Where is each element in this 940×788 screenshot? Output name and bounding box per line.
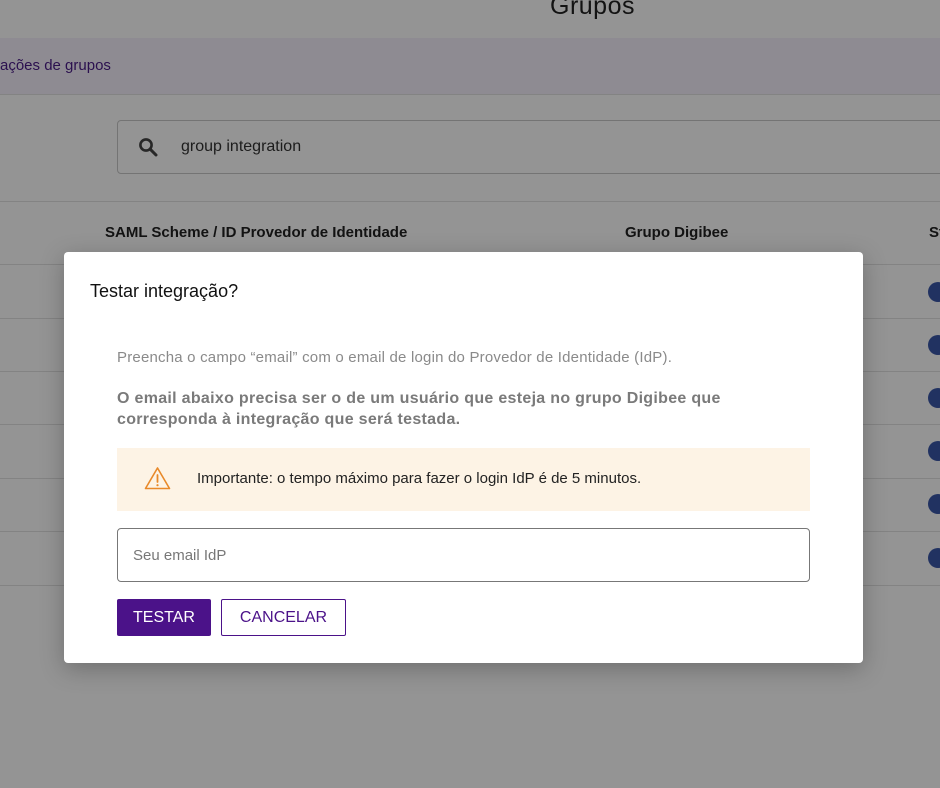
- warning-banner: Importante: o tempo máximo para fazer o …: [117, 448, 810, 511]
- email-idp-input[interactable]: [117, 528, 810, 582]
- dialog-instruction-user: O email abaixo precisa ser o de um usuár…: [117, 390, 721, 428]
- test-button[interactable]: TESTAR: [117, 599, 211, 636]
- warning-triangle-icon: [144, 467, 171, 490]
- dialog-instruction-email: Preencha o campo “email” com o email de …: [117, 349, 673, 366]
- test-integration-dialog: Testar integração? Preencha o campo “ema…: [64, 252, 863, 663]
- cancel-button[interactable]: CANCELAR: [221, 599, 346, 636]
- warning-text: Importante: o tempo máximo para fazer o …: [197, 470, 642, 487]
- dialog-title: Testar integração?: [90, 281, 239, 301]
